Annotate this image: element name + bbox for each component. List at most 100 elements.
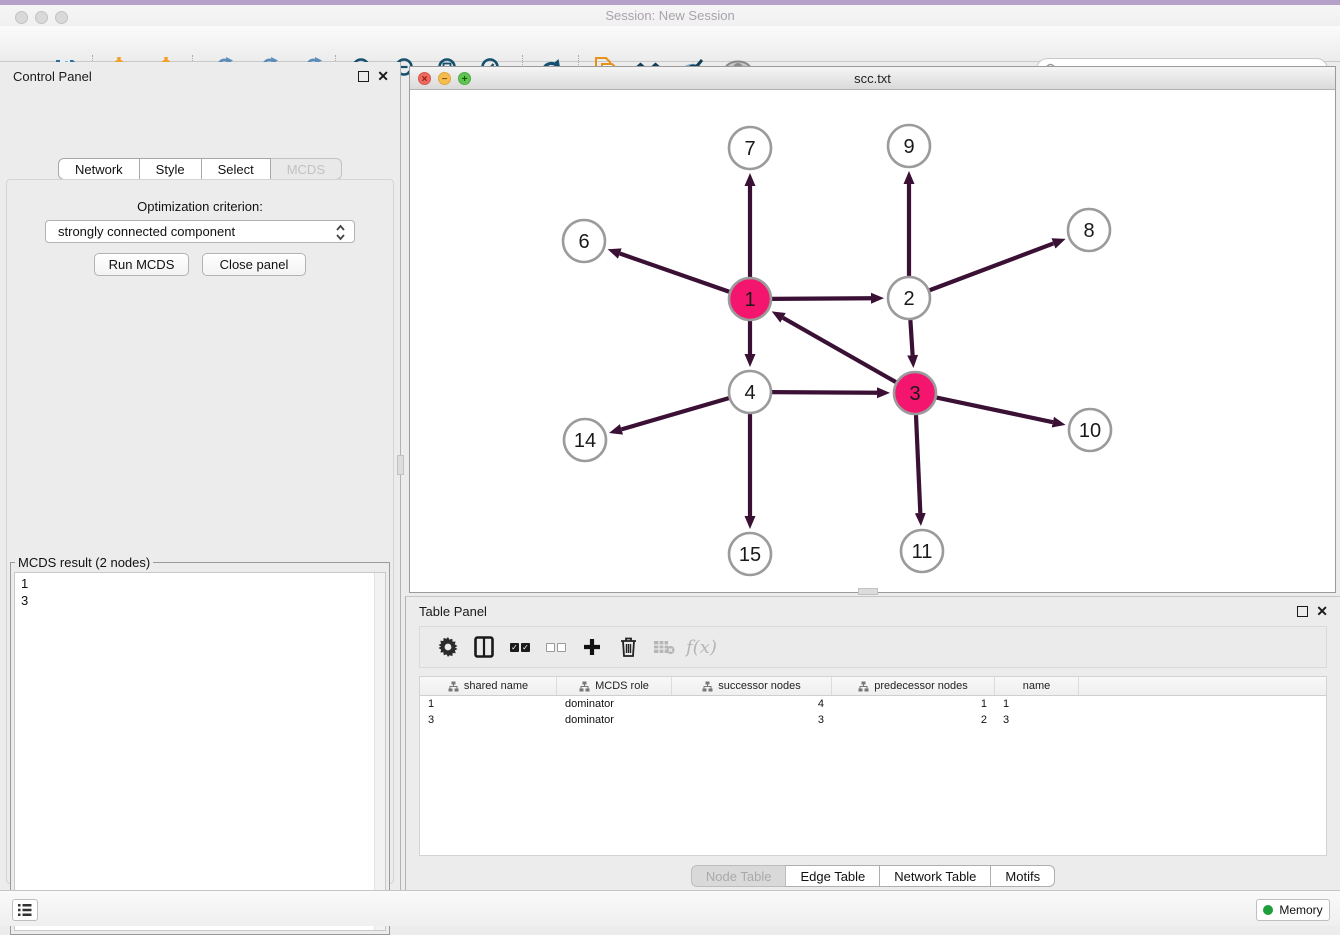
network-canvas[interactable]: 7 9 6 8 1 2 4 3 14 10 15 11 [410,90,1335,592]
mcds-result-title: MCDS result (2 nodes) [15,555,153,570]
status-bar: Memory [0,890,1340,926]
cell-shared-name[interactable]: 3 [420,714,557,726]
column-visibility-icon[interactable] [466,632,502,662]
node-label-7: 7 [744,138,755,160]
application-window: Session: New Session [0,0,1340,926]
close-panel-icon[interactable]: ✕ [377,68,389,84]
column-label: MCDS role [595,680,649,692]
edge-3-10[interactable] [937,398,1053,423]
dropdown-value: strongly connected component [58,224,235,239]
node-label-9: 9 [903,136,914,158]
select-all-icon[interactable]: ✓✓ [502,632,538,662]
optimization-criterion-dropdown[interactable]: strongly connected component [45,220,355,243]
control-panel: Control Panel ✕ NetworkStyleSelectMCDS O… [0,62,401,890]
float-panel-icon[interactable] [1297,606,1308,617]
cell-successor-nodes[interactable]: 4 [672,698,832,710]
table-row[interactable]: 3dominator323 [420,712,1326,728]
edge-1-2[interactable] [772,298,871,299]
horizontal-divider-grip[interactable] [858,588,878,595]
task-history-button[interactable] [12,899,38,921]
edge-2-3[interactable] [910,320,912,355]
cell-MCDS-role[interactable]: dominator [557,714,672,726]
node-label-15: 15 [739,544,761,566]
tab-select[interactable]: Select [202,158,271,180]
tab-style[interactable]: Style [140,158,202,180]
tab-network-table[interactable]: Network Table [880,865,991,887]
table-panel-title: Table Panel [419,604,487,619]
list-icon [18,904,32,916]
result-scrollbar[interactable] [374,573,385,930]
control-panel-header: Control Panel ✕ [0,62,400,91]
network-window-title: scc.txt [410,71,1335,86]
cell-shared-name[interactable]: 1 [420,698,557,710]
float-panel-icon[interactable] [358,71,369,82]
node-label-14: 14 [574,430,596,452]
node-label-10: 10 [1079,420,1101,442]
column-header-successor-nodes[interactable]: successor nodes [672,677,832,695]
vertical-divider-grip[interactable] [397,455,404,475]
edge-3-1[interactable] [783,318,896,382]
table-row[interactable]: 1dominator411 [420,696,1326,712]
node-table[interactable]: shared name MCDS role successor nodes prede… [419,676,1327,856]
edge-4-14[interactable] [621,398,728,429]
column-label: name [1023,680,1051,692]
network-graph[interactable]: 7 9 6 8 1 2 4 3 14 10 15 11 [410,90,1335,592]
optimization-criterion-label: Optimization criterion: [0,199,400,214]
column-header-name[interactable]: name [995,677,1079,695]
tab-network[interactable]: Network [58,158,140,180]
main-toolbar [0,26,1340,62]
close-panel-button[interactable]: Close panel [202,253,306,276]
tab-motifs[interactable]: Motifs [991,865,1055,887]
window-title: Session: New Session [0,8,1340,23]
node-label-8: 8 [1083,220,1094,242]
table-settings-gear-icon[interactable] [430,632,466,662]
node-label-6: 6 [578,231,589,253]
deselect-all-icon[interactable] [538,632,574,662]
edge-1-6[interactable] [620,254,729,292]
cell-predecessor-nodes[interactable]: 2 [832,714,995,726]
delete-table-icon[interactable] [646,632,682,662]
add-icon[interactable] [574,632,610,662]
memory-label: Memory [1279,903,1322,917]
table-header-row: shared name MCDS role successor nodes prede… [420,677,1326,696]
node-label-2: 2 [903,288,914,310]
table-panel: Table Panel ✕ ✓✓ f(x) shar [405,596,1340,890]
network-window-titlebar[interactable]: × − + scc.txt [410,67,1335,90]
column-label: successor nodes [718,680,801,692]
hierarchy-sort-icon [858,681,869,692]
cell-predecessor-nodes[interactable]: 1 [832,698,995,710]
node-label-1: 1 [744,289,755,311]
column-header-shared-name[interactable]: shared name [420,677,557,695]
column-label: predecessor nodes [874,680,968,692]
edge-2-8[interactable] [930,243,1054,290]
column-header-MCDS-role[interactable]: MCDS role [557,677,672,695]
cell-name[interactable]: 3 [995,714,1079,726]
cell-MCDS-role[interactable]: dominator [557,698,672,710]
memory-button[interactable]: Memory [1256,899,1330,921]
delete-trash-icon[interactable] [610,632,646,662]
cell-successor-nodes[interactable]: 3 [672,714,832,726]
mcds-result-box: MCDS result (2 nodes) 1 3 [10,555,390,935]
column-label: shared name [464,680,528,692]
tab-mcds[interactable]: MCDS [271,158,342,180]
function-builder-icon[interactable]: f(x) [686,637,717,658]
edge-4-3[interactable] [772,392,877,393]
network-window: × − + scc.txt 7 9 6 8 1 2 4 3 14 10 15 11 [409,66,1336,593]
node-label-3: 3 [909,383,920,405]
close-panel-icon[interactable]: ✕ [1316,603,1328,619]
hierarchy-sort-icon [702,681,713,692]
edge-3-11[interactable] [916,415,920,513]
column-header-predecessor-nodes[interactable]: predecessor nodes [832,677,995,695]
hierarchy-sort-icon [448,681,459,692]
chevron-up-down-icon [335,223,346,245]
mcds-result-area[interactable]: 1 3 [14,572,386,931]
hierarchy-sort-icon [579,681,590,692]
window-titlebar[interactable]: Session: New Session [0,5,1340,26]
cell-name[interactable]: 1 [995,698,1079,710]
tab-edge-table[interactable]: Edge Table [786,865,880,887]
tab-node-table[interactable]: Node Table [691,865,787,887]
node-label-11: 11 [912,541,933,563]
node-label-4: 4 [744,382,755,404]
table-body: 1dominator4113dominator323 [420,696,1326,728]
run-mcds-button[interactable]: Run MCDS [94,253,189,276]
